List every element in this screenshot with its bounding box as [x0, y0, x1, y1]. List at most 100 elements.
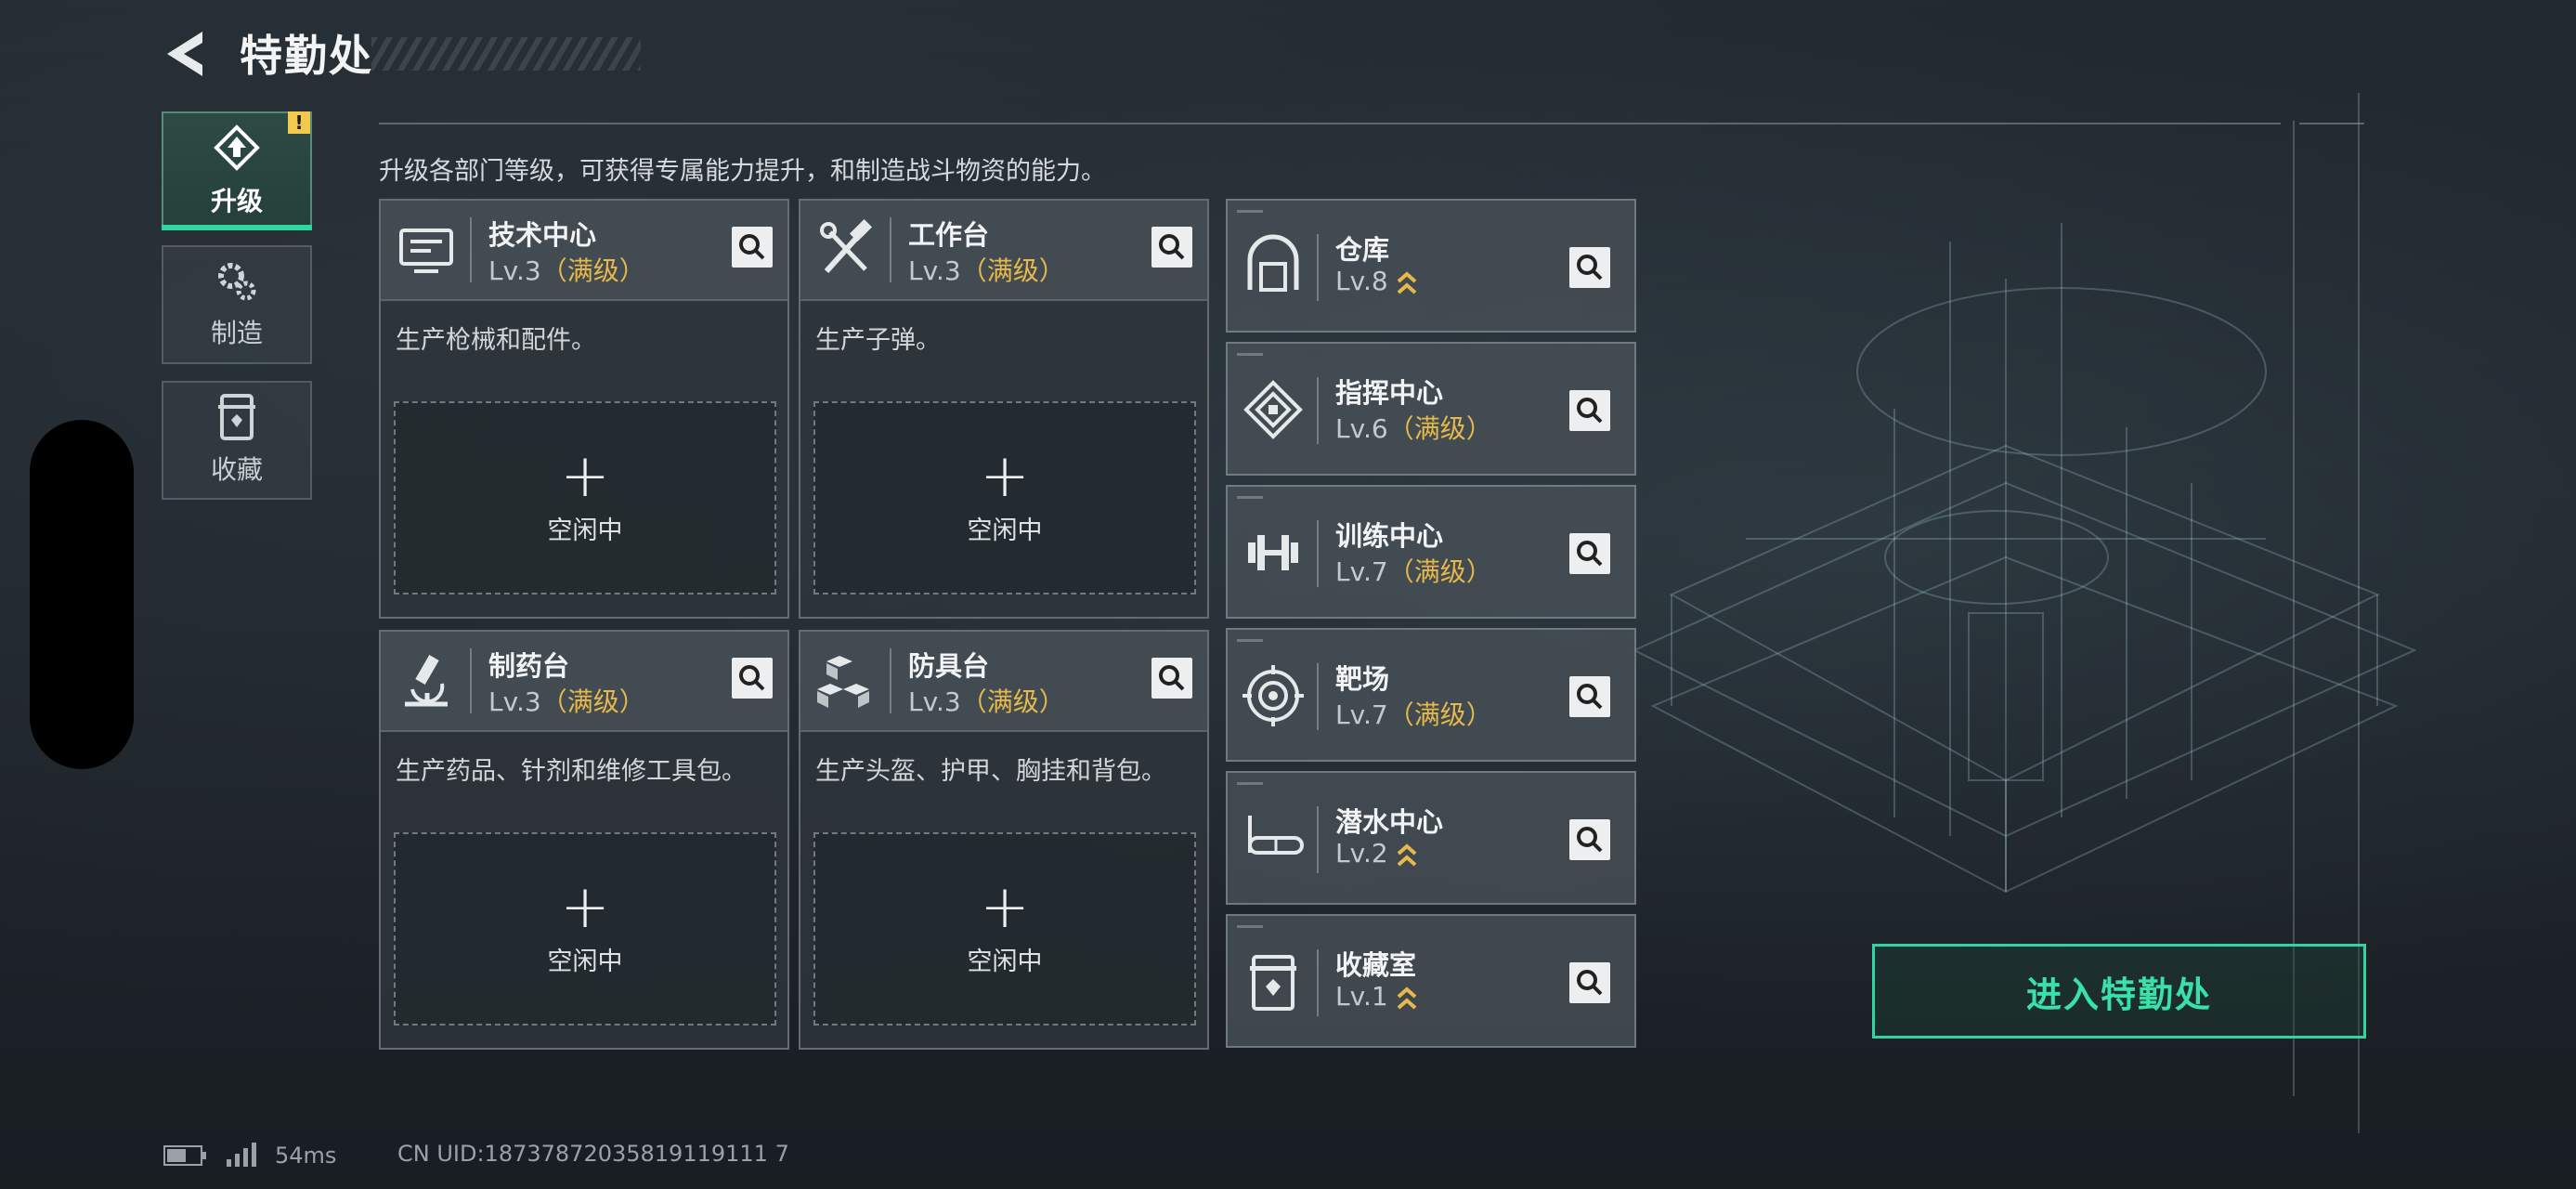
facility-card-shooting-range[interactable]: 靶场 Lv.7（满级） [1226, 628, 1636, 762]
card-header: 制药台 Lv.3（满级） [381, 632, 787, 732]
enter-special-ops-button[interactable]: 进入特勤处 [1872, 944, 2366, 1039]
facility-description: 生产头盔、护甲、胸挂和背包。 [815, 757, 1166, 786]
level-value: Lv.3 [488, 686, 541, 717]
facility-card-collection-room[interactable]: 收藏室 Lv.1 [1226, 914, 1636, 1048]
card-header: 技术中心 Lv.3（满级） [381, 201, 787, 301]
slot-status: 空闲中 [967, 947, 1043, 976]
tech-center-icon [399, 229, 453, 273]
header-separator [890, 217, 891, 282]
search-icon [1577, 970, 1603, 996]
facility-name: 训练中心 [1335, 520, 1444, 552]
inspect-button[interactable] [1569, 819, 1610, 860]
facility-description: 生产子弹。 [815, 326, 941, 355]
max-level-tag: （满级） [540, 686, 645, 717]
max-level-tag: （满级） [1387, 413, 1492, 444]
search-icon [1577, 541, 1603, 567]
warehouse-icon [1247, 234, 1299, 292]
inspect-button[interactable] [1569, 962, 1610, 1003]
armor-boxes-icon [817, 656, 869, 708]
production-slot[interactable]: + 空闲中 [813, 832, 1196, 1026]
facility-card-diving-center[interactable]: 潜水中心 Lv.2 [1226, 771, 1636, 905]
facility-card-command-center[interactable]: 指挥中心 Lv.6（满级） [1226, 342, 1636, 476]
inspect-button[interactable] [1151, 227, 1192, 268]
alert-badge: ! [288, 111, 310, 134]
top-divider [379, 123, 2281, 124]
back-button[interactable] [160, 26, 215, 82]
separator [1317, 520, 1319, 587]
facility-name: 工作台 [908, 219, 990, 251]
camera-cutout [30, 420, 134, 769]
facility-level: Lv.3（满级） [908, 251, 1065, 288]
facility-description: 生产枪械和配件。 [396, 326, 596, 355]
facility-card-tech-center[interactable]: 技术中心 Lv.3（满级） 生产枪械和配件。 + 空闲中 [379, 199, 789, 619]
inspect-button[interactable] [1569, 533, 1610, 574]
facility-level: Lv.6（满级） [1335, 409, 1492, 446]
facility-level: Lv.7（满级） [1335, 695, 1492, 732]
search-icon [739, 234, 765, 260]
max-level-tag: （满级） [960, 255, 1065, 286]
header-separator [470, 648, 472, 713]
facility-card-workbench[interactable]: 工作台 Lv.3（满级） 生产子弹。 + 空闲中 [799, 199, 1209, 619]
microscope-icon [405, 655, 448, 707]
slot-status: 空闲中 [967, 516, 1043, 545]
search-icon [1577, 684, 1603, 710]
collection-icon [218, 394, 255, 440]
collection-room-icon [1250, 955, 1296, 1011]
ping-value: 54ms [275, 1143, 337, 1169]
user-uid: CN UID:18737872035819119111 7 [397, 1141, 789, 1167]
tab-upgrade-label: 升级 [210, 186, 263, 216]
battery-icon [163, 1145, 206, 1166]
inspect-button[interactable] [1569, 247, 1610, 288]
separator [1317, 663, 1319, 730]
facility-name: 潜水中心 [1335, 806, 1444, 838]
tab-collection[interactable]: 收藏 [162, 381, 312, 500]
separator [1317, 377, 1319, 444]
add-icon: + [980, 441, 1030, 511]
production-slot[interactable]: + 空闲中 [394, 832, 776, 1026]
separator [1317, 234, 1319, 301]
facility-card-training-center[interactable]: 训练中心 Lv.7（满级） [1226, 485, 1636, 619]
level-value: Lv.6 [1335, 413, 1388, 444]
facility-name: 指挥中心 [1335, 377, 1444, 409]
level-value: Lv.7 [1335, 556, 1388, 587]
facility-card-armor[interactable]: 防具台 Lv.3（满级） 生产头盔、护甲、胸挂和背包。 + 空闲中 [799, 630, 1209, 1050]
card-header: 防具台 Lv.3（满级） [800, 632, 1207, 732]
inspect-button[interactable] [1569, 390, 1610, 431]
facility-card-pharmacy[interactable]: 制药台 Lv.3（满级） 生产药品、针剂和维修工具包。 + 空闲中 [379, 630, 789, 1050]
facility-name: 仓库 [1335, 234, 1390, 266]
facility-level: Lv.8 [1335, 266, 1418, 296]
page-description: 升级各部门等级，可获得专属能力提升，和制造战斗物资的能力。 [379, 157, 1106, 186]
max-level-tag: （满级） [960, 686, 1065, 717]
slot-status: 空闲中 [547, 947, 623, 976]
separator [1317, 806, 1319, 873]
facility-name: 防具台 [908, 650, 990, 682]
gear-cluster-icon [218, 263, 256, 301]
inspect-button[interactable] [732, 227, 773, 268]
inspect-button[interactable] [732, 658, 773, 699]
level-value: Lv.2 [1335, 838, 1388, 869]
production-slot[interactable]: + 空闲中 [394, 401, 776, 594]
search-icon [1159, 234, 1185, 260]
upgrade-available-icon [1397, 843, 1417, 867]
slot-status: 空闲中 [547, 516, 623, 545]
signal-icon [227, 1143, 256, 1167]
level-value: Lv.1 [1335, 981, 1388, 1012]
dumbbell-icon [1248, 535, 1298, 570]
diving-mask-icon [1248, 816, 1304, 855]
level-value: Lv.3 [488, 255, 541, 286]
inspect-button[interactable] [1151, 658, 1192, 699]
max-level-tag: （满级） [540, 255, 645, 286]
separator [1317, 949, 1319, 1016]
facility-level: Lv.3（满级） [488, 682, 645, 719]
workbench-tools-icon [820, 218, 873, 274]
inspect-button[interactable] [1569, 676, 1610, 717]
facility-card-warehouse[interactable]: 仓库 Lv.8 [1226, 199, 1636, 333]
production-slot[interactable]: + 空闲中 [813, 401, 1196, 594]
target-icon [1242, 665, 1304, 726]
add-icon: + [560, 441, 610, 511]
search-icon [1577, 398, 1603, 424]
tab-craft[interactable]: 制造 [162, 245, 312, 364]
add-icon: + [560, 872, 610, 942]
facility-description: 生产药品、针剂和维修工具包。 [396, 757, 747, 786]
command-center-icon [1243, 380, 1303, 439]
